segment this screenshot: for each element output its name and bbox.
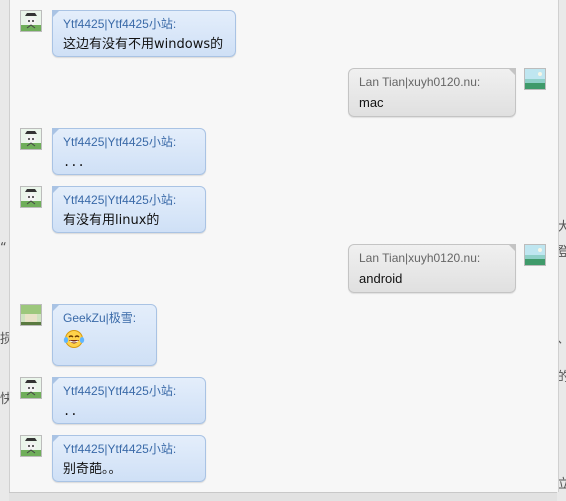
message-text: mac [359,95,384,110]
message-sender: Ytf4425|Ytf4425小站: [63,135,177,149]
message-sender: Ytf4425|Ytf4425小站: [63,384,177,398]
message-bubble[interactable]: Ytf4425|Ytf4425小站: 这边有没有不用windows的 [52,10,236,57]
message-text: 别奇葩。。 [63,462,122,477]
chat-transcript[interactable]: Ytf4425|Ytf4425小站: 这边有没有不用windows的 Lan T… [9,0,559,492]
message-bubble[interactable]: GeekZu|极雪: [52,304,157,366]
message-sender: Lan Tian|xuyh0120.nu: [359,75,481,89]
message-sender: GeekZu|极雪: [63,311,137,325]
message-text: android [359,271,403,286]
message-text: ... [63,155,85,169]
crying-laughing-emoji-icon [63,329,85,349]
message-sender: Ytf4425|Ytf4425小站: [63,17,177,31]
background-text: “ [0,241,7,256]
avatar-lantian[interactable] [524,68,546,90]
avatar-ytf[interactable] [20,128,42,150]
message-bubble[interactable]: Lan Tian|xuyh0120.nu: mac [348,68,516,117]
avatar-ytf[interactable] [20,435,42,457]
message-sender: Lan Tian|xuyh0120.nu: [359,251,481,265]
avatar-ytf[interactable] [20,186,42,208]
message-bubble[interactable]: Ytf4425|Ytf4425小站: ... [52,128,206,175]
message-bubble[interactable]: Ytf4425|Ytf4425小站: 有没有用linux的 [52,186,206,233]
message-text: .. [63,404,78,418]
message-bubble[interactable]: Lan Tian|xuyh0120.nu: android [348,244,516,293]
message-sender: Ytf4425|Ytf4425小站: [63,193,177,207]
message-sender: Ytf4425|Ytf4425小站: [63,442,177,456]
avatar-ytf[interactable] [20,377,42,399]
message-text: 这边有没有不用windows的 [63,37,224,52]
avatar-geekzu[interactable] [20,304,42,326]
message-text: 有没有用linux的 [63,213,160,228]
avatar-ytf[interactable] [20,10,42,32]
avatar-lantian[interactable] [524,244,546,266]
message-bubble[interactable]: Ytf4425|Ytf4425小站: 别奇葩。。 [52,435,206,482]
message-bubble[interactable]: Ytf4425|Ytf4425小站: .. [52,377,206,424]
